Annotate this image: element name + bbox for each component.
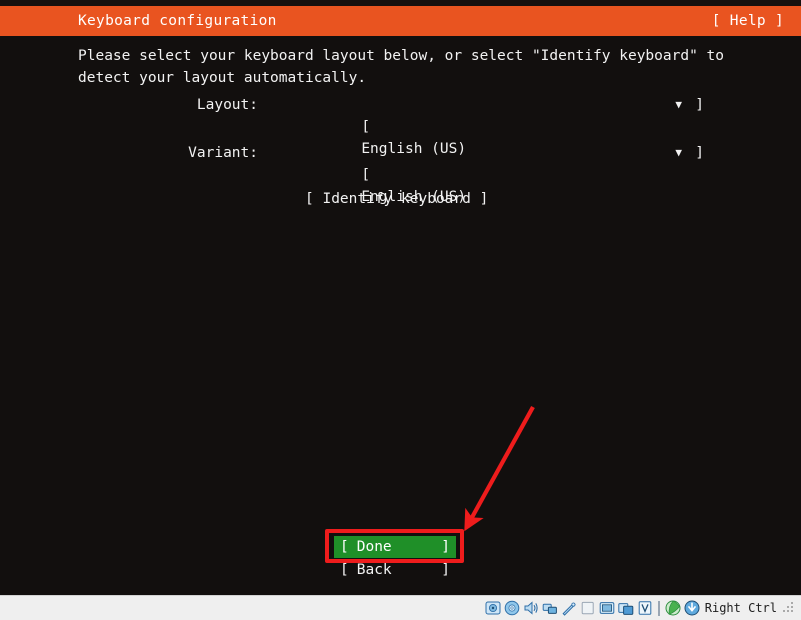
intro-text: Please select your keyboard layout below… bbox=[78, 48, 725, 86]
page-title: Keyboard configuration bbox=[78, 12, 277, 29]
vm-features-icon[interactable] bbox=[637, 600, 653, 616]
audio-icon[interactable] bbox=[523, 600, 539, 616]
virtualbox-window: Keyboard configuration [ Help ] Please s… bbox=[0, 0, 801, 620]
hard-disk-icon[interactable] bbox=[485, 600, 501, 616]
done-button[interactable]: [ Done ] bbox=[334, 536, 456, 558]
optical-disk-icon[interactable] bbox=[504, 600, 520, 616]
guest-terminal-screen: Keyboard configuration [ Help ] Please s… bbox=[0, 0, 801, 595]
identify-keyboard-button[interactable]: [ Identify keyboard ] bbox=[305, 188, 488, 210]
layout-bracket-open: [ bbox=[361, 119, 371, 135]
layout-label: Layout: bbox=[196, 97, 258, 113]
chevron-down-icon[interactable]: ▼ bbox=[675, 95, 682, 115]
variant-bracket-close: ] bbox=[695, 145, 704, 161]
status-bar-icon-group bbox=[485, 600, 700, 616]
installer-body: Please select your keyboard layout below… bbox=[0, 36, 801, 595]
resize-grip[interactable] bbox=[783, 602, 795, 614]
variant-bracket-open: [ bbox=[361, 167, 371, 183]
done-bracket-open: [ bbox=[340, 539, 349, 555]
back-button-label: Back bbox=[356, 562, 392, 578]
host-key-label: Right Ctrl bbox=[704, 601, 777, 615]
keyboard-capture-icon[interactable] bbox=[684, 600, 700, 616]
network-icon[interactable] bbox=[542, 600, 558, 616]
virtualbox-status-bar: Right Ctrl bbox=[0, 595, 801, 620]
back-bracket-close: ] bbox=[441, 562, 450, 578]
status-bar-separator bbox=[657, 600, 660, 616]
chevron-down-icon[interactable]: ▼ bbox=[675, 143, 682, 163]
usb-icon[interactable] bbox=[561, 600, 577, 616]
done-button-label: Done bbox=[356, 539, 392, 555]
mouse-integration-icon[interactable] bbox=[665, 600, 681, 616]
shared-folders-icon[interactable] bbox=[580, 600, 596, 616]
variant-label: Variant: bbox=[188, 145, 258, 161]
layout-bracket-close: ] bbox=[695, 97, 704, 113]
installer-header-bar: Keyboard configuration [ Help ] bbox=[0, 6, 801, 36]
back-bracket-open: [ bbox=[340, 562, 349, 578]
recording-icon[interactable] bbox=[618, 600, 634, 616]
done-bracket-close: ] bbox=[441, 539, 450, 555]
display-icon[interactable] bbox=[599, 600, 615, 616]
help-button[interactable]: [ Help ] bbox=[712, 14, 784, 29]
back-button[interactable]: [ Back ] bbox=[334, 559, 456, 581]
